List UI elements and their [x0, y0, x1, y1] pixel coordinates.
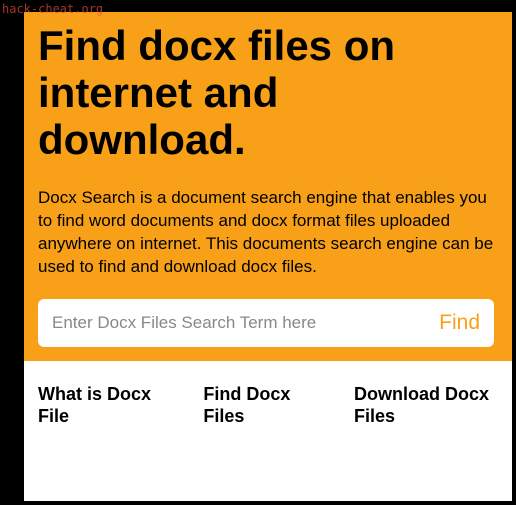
device-frame: Find docx files on internet and download… — [4, 12, 512, 501]
watermark-text: hack-cheat.org — [2, 2, 103, 16]
nav-item-download[interactable]: Download Docx Files — [354, 383, 494, 483]
nav-section: What is Docx File Find Docx Files Downlo… — [24, 361, 512, 501]
nav-item-what-is[interactable]: What is Docx File — [38, 383, 175, 483]
hero-section: Find docx files on internet and download… — [24, 12, 512, 361]
app-screen: Find docx files on internet and download… — [24, 12, 512, 501]
search-bar: Find — [38, 299, 494, 347]
search-input[interactable] — [52, 313, 429, 333]
find-button[interactable]: Find — [429, 311, 480, 335]
nav-item-find[interactable]: Find Docx Files — [203, 383, 326, 483]
page-description: Docx Search is a document search engine … — [38, 187, 494, 279]
page-headline: Find docx files on internet and download… — [38, 22, 494, 163]
